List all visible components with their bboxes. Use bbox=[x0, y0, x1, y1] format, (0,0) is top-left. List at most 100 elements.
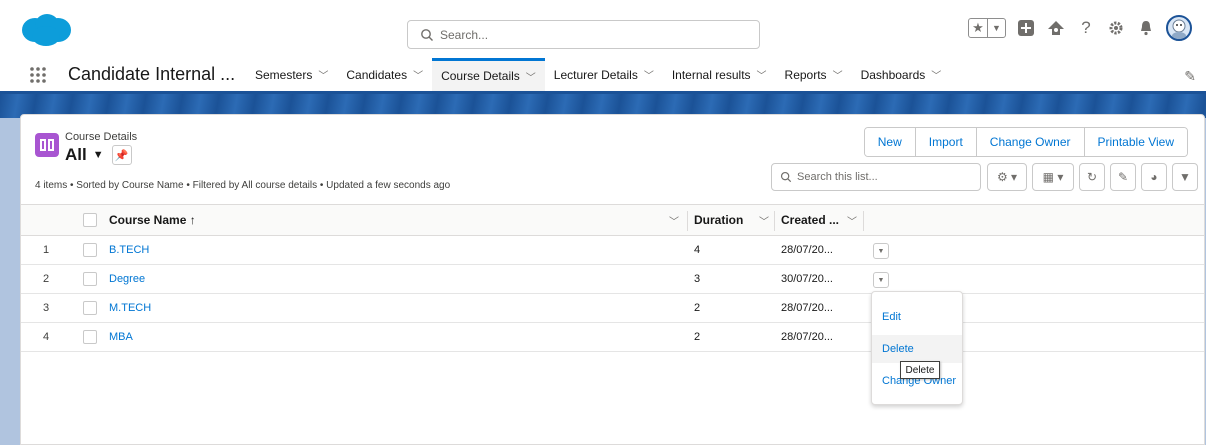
nav-tab-label: Semesters bbox=[255, 67, 313, 82]
row-checkbox[interactable] bbox=[83, 243, 97, 257]
help-icon[interactable]: ? bbox=[1076, 18, 1096, 38]
row-number: 4 bbox=[42, 331, 50, 343]
list-info-text: 4 items • Sorted by Course Name • Filter… bbox=[35, 180, 451, 191]
chevron-down-icon[interactable]: ﹀ bbox=[759, 205, 769, 235]
charts-button[interactable]: ◕ bbox=[1141, 163, 1167, 191]
row-number: 1 bbox=[42, 244, 50, 256]
nav-tab-semesters[interactable]: Semesters ﹀ bbox=[246, 58, 337, 91]
course-name-cell: M.TECH bbox=[109, 294, 689, 322]
column-header-course-name[interactable]: Course Name ↑ bbox=[109, 205, 689, 235]
chevron-down-icon[interactable]: ﹀ bbox=[931, 67, 941, 82]
row-checkbox[interactable] bbox=[83, 330, 97, 344]
table-row: 1 B.TECH 4 28/07/20... ▼ bbox=[21, 236, 1204, 265]
filter-icon: ▼ bbox=[1179, 170, 1191, 184]
list-search-placeholder: Search this list... bbox=[797, 171, 878, 183]
row-actions-button[interactable]: ▼ bbox=[873, 243, 889, 259]
avatar[interactable] bbox=[1166, 15, 1192, 41]
column-divider bbox=[687, 211, 688, 231]
duration-cell: 3 bbox=[694, 273, 701, 285]
row-select-cell bbox=[79, 265, 101, 293]
course-name-link[interactable]: B.TECH bbox=[109, 244, 149, 256]
duration-cell: 2 bbox=[694, 331, 701, 343]
list-actions: New Import Change Owner Printable View bbox=[863, 127, 1188, 157]
table-row: 2 Degree 3 30/07/20... ▼ bbox=[21, 265, 1204, 294]
nav-tab-lecturer-details[interactable]: Lecturer Details ﹀ bbox=[545, 58, 663, 91]
chevron-down-icon: ▼ bbox=[877, 276, 885, 284]
import-button[interactable]: Import bbox=[914, 128, 976, 156]
chevron-down-icon[interactable]: ▼ bbox=[987, 19, 1005, 37]
pencil-icon: ✎ bbox=[1117, 170, 1129, 184]
row-select-cell bbox=[79, 236, 101, 264]
star-icon[interactable]: ★ bbox=[969, 19, 987, 37]
chevron-down-icon[interactable]: ﹀ bbox=[833, 67, 843, 82]
salesforce-logo[interactable] bbox=[20, 12, 72, 48]
global-search-placeholder: Search... bbox=[440, 27, 489, 42]
row-number: 2 bbox=[42, 273, 50, 285]
nav-tab-reports[interactable]: Reports ﹀ bbox=[776, 58, 852, 91]
chevron-down-icon[interactable]: ﹀ bbox=[413, 67, 423, 82]
list-search-input[interactable]: Search this list... bbox=[771, 163, 981, 191]
nav-tab-dashboards[interactable]: Dashboards ﹀ bbox=[852, 58, 951, 91]
edit-list-button[interactable]: ✎ bbox=[1110, 163, 1136, 191]
trailhead-icon[interactable] bbox=[1046, 18, 1066, 38]
course-details-object-icon bbox=[35, 133, 59, 157]
list-settings-button[interactable]: ⚙ ▾ bbox=[987, 163, 1027, 191]
nav-tab-label: Dashboards bbox=[860, 67, 926, 82]
course-name-cell: Degree bbox=[109, 265, 689, 293]
course-name-link[interactable]: Degree bbox=[109, 273, 145, 285]
select-all-checkbox[interactable] bbox=[83, 213, 97, 227]
column-divider bbox=[863, 211, 864, 231]
change-owner-button[interactable]: Change Owner bbox=[975, 128, 1084, 156]
printable-view-button[interactable]: Printable View bbox=[1083, 128, 1187, 156]
menu-item-edit[interactable]: Edit bbox=[872, 303, 962, 331]
course-name-link[interactable]: M.TECH bbox=[109, 302, 151, 314]
gear-icon[interactable] bbox=[1106, 18, 1126, 38]
list-tool-buttons: ⚙ ▾ ▦ ▾ ↻ ✎ ◕ ▼ bbox=[987, 163, 1198, 191]
add-icon[interactable] bbox=[1016, 18, 1036, 38]
nav-tab-label: Lecturer Details bbox=[553, 67, 638, 82]
nav-tab-label: Internal results bbox=[671, 67, 751, 82]
waffle-icon[interactable] bbox=[18, 58, 58, 91]
app-nav-bar: Candidate Internal ... Semesters ﹀ Candid… bbox=[0, 58, 1206, 94]
course-name-link[interactable]: MBA bbox=[109, 331, 133, 343]
nav-tab-course-details[interactable]: Course Details ﹀ bbox=[432, 58, 545, 91]
header-utility-icons: ★ ▼ ? bbox=[968, 12, 1192, 44]
table-header: Course Name ↑ ﹀ Duration ﹀ Created ... ﹀ bbox=[21, 204, 1204, 236]
chevron-down-icon[interactable]: ﹀ bbox=[669, 205, 679, 235]
new-button[interactable]: New bbox=[864, 128, 915, 156]
chevron-down-icon[interactable]: ﹀ bbox=[318, 67, 328, 82]
chevron-down-icon[interactable]: ﹀ bbox=[644, 67, 654, 82]
bell-icon[interactable] bbox=[1136, 18, 1156, 38]
row-number: 3 bbox=[42, 302, 50, 314]
column-divider bbox=[774, 211, 775, 231]
table-row: 4 MBA 2 28/07/20... bbox=[21, 323, 1204, 352]
chevron-down-icon[interactable]: ﹀ bbox=[757, 67, 767, 82]
global-search-input[interactable]: Search... bbox=[407, 20, 760, 49]
row-select-cell bbox=[79, 323, 101, 351]
nav-tab-label: Reports bbox=[784, 67, 827, 82]
display-as-button[interactable]: ▦ ▾ bbox=[1032, 163, 1074, 191]
chevron-down-icon[interactable]: ▼ bbox=[93, 149, 104, 161]
row-actions-button[interactable]: ▼ bbox=[873, 272, 889, 288]
chevron-down-icon[interactable]: ﹀ bbox=[526, 69, 536, 84]
nav-tab-label: Course Details bbox=[441, 69, 520, 83]
chevron-down-icon[interactable]: ﹀ bbox=[847, 205, 857, 235]
pin-icon[interactable]: 📌 bbox=[111, 145, 132, 165]
refresh-button[interactable]: ↻ bbox=[1079, 163, 1105, 191]
duration-cell: 4 bbox=[694, 244, 701, 256]
favorites-group[interactable]: ★ ▼ bbox=[968, 18, 1006, 38]
nav-tab-candidates[interactable]: Candidates ﹀ bbox=[337, 58, 432, 91]
search-icon bbox=[780, 171, 792, 183]
list-view-selector[interactable]: All ▼ 📌 bbox=[65, 145, 132, 165]
nav-tab-internal-results[interactable]: Internal results ﹀ bbox=[663, 58, 776, 91]
pencil-icon[interactable]: ✎ bbox=[1184, 68, 1196, 85]
created-cell: 30/07/20... bbox=[781, 273, 833, 285]
filter-button[interactable]: ▼ bbox=[1172, 163, 1198, 191]
nav-tab-label: Candidates bbox=[346, 67, 408, 82]
row-select-cell bbox=[79, 294, 101, 322]
gear-icon: ⚙ ▾ bbox=[996, 170, 1018, 184]
menu-item-delete[interactable]: Delete bbox=[872, 335, 962, 363]
row-checkbox[interactable] bbox=[83, 301, 97, 315]
chevron-down-icon: ▼ bbox=[877, 247, 885, 255]
row-checkbox[interactable] bbox=[83, 272, 97, 286]
